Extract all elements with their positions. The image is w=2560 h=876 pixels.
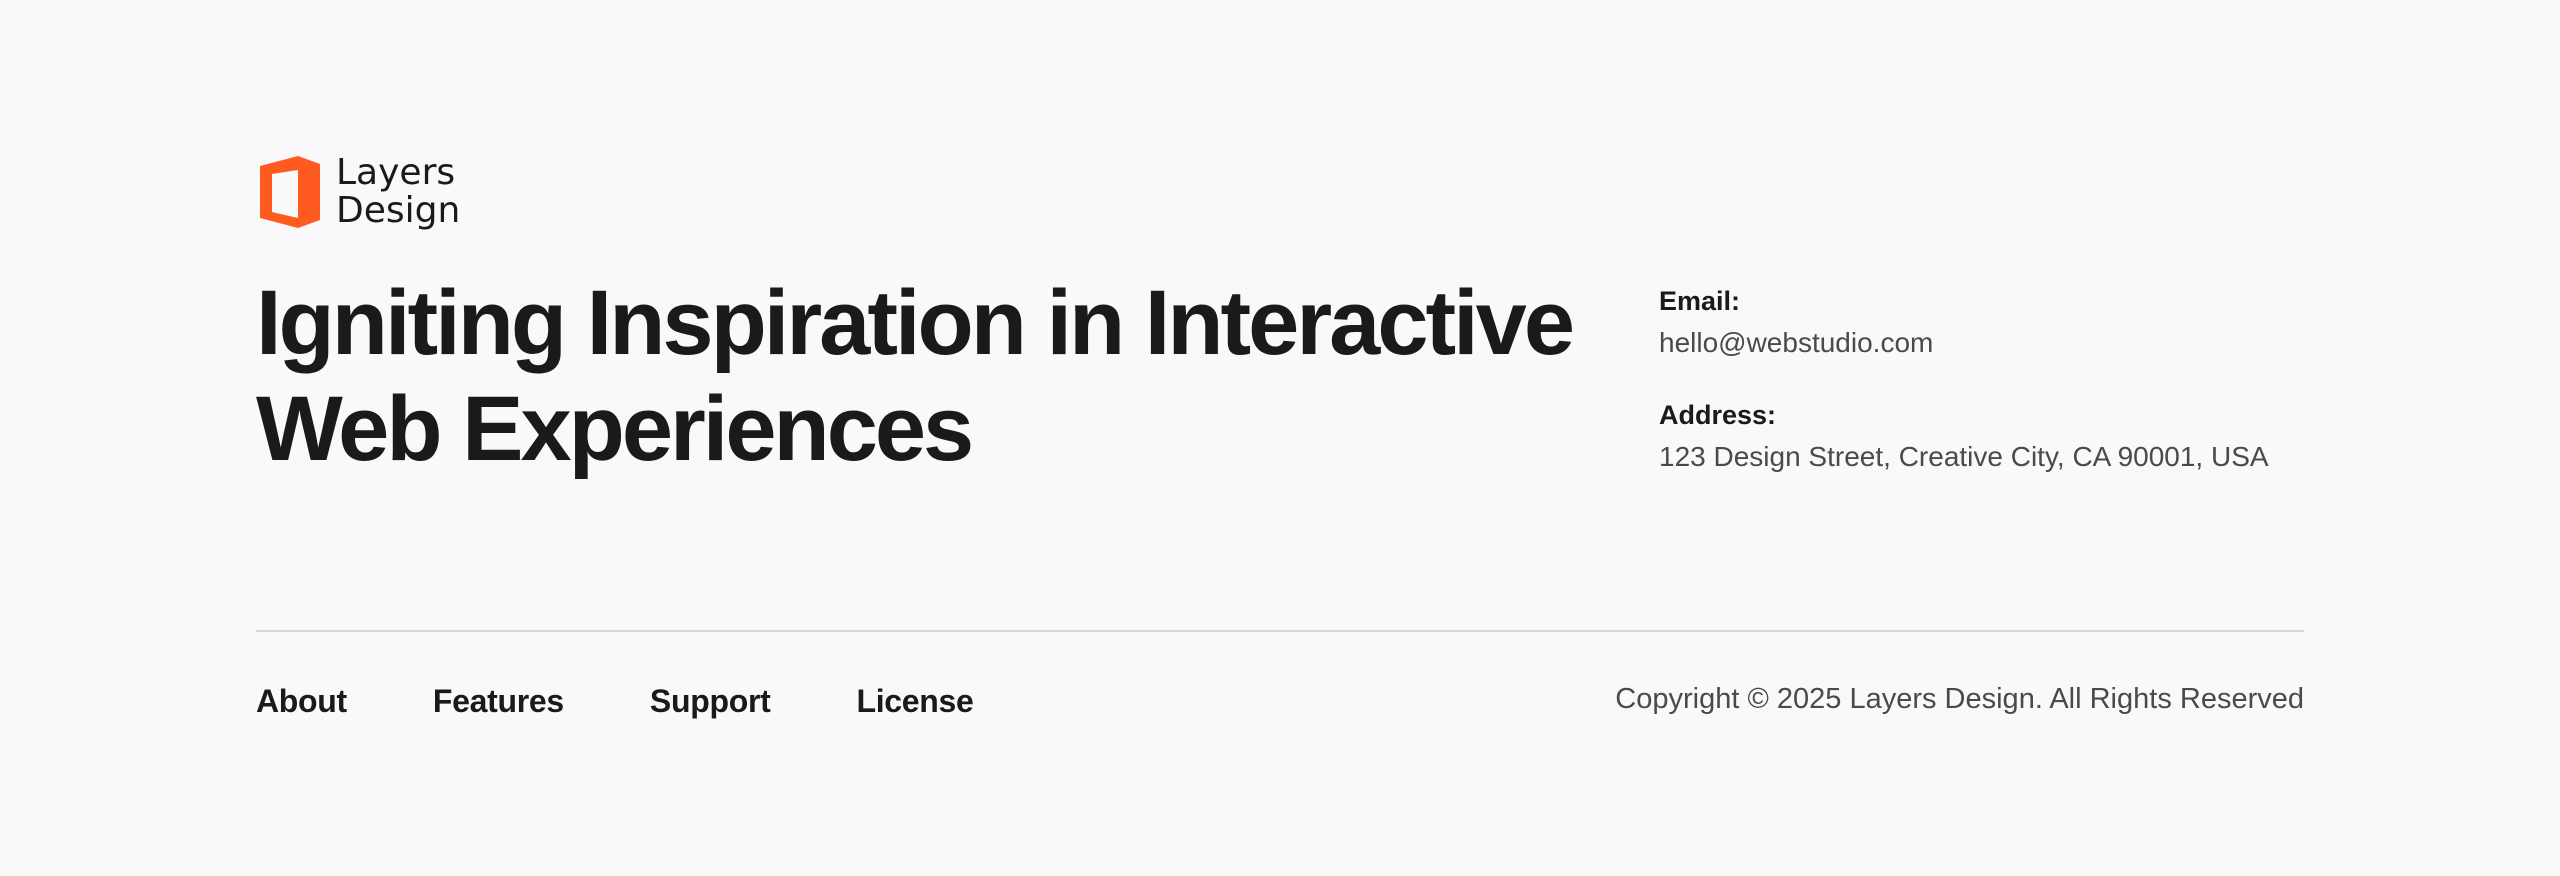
- site-footer: Layers Design Igniting Inspiration in In…: [0, 0, 2560, 876]
- brand-name-line1: Layers: [336, 152, 456, 193]
- brand-wordmark: Layers Design: [336, 154, 460, 230]
- footer-divider: [256, 630, 2304, 632]
- address-value: 123 Design Street, Creative City, CA 900…: [1659, 441, 2269, 472]
- headline-line2: Web Experiences: [256, 378, 974, 480]
- address-block: Address: 123 Design Street, Creative Cit…: [1659, 396, 2359, 480]
- email-link[interactable]: hello@webstudio.com: [1659, 320, 2359, 366]
- email-label: Email:: [1659, 286, 1741, 316]
- nav-link-features[interactable]: Features: [433, 676, 564, 726]
- address-label: Address:: [1659, 400, 1777, 430]
- footer-nav: About Features Support License: [256, 676, 974, 726]
- nav-link-support[interactable]: Support: [650, 676, 771, 726]
- office-door-icon: [260, 156, 320, 228]
- email-block: Email: hello@webstudio.com: [1659, 282, 2359, 366]
- nav-link-license[interactable]: License: [856, 676, 973, 726]
- contact-info: Email: hello@webstudio.com Address: 123 …: [1659, 282, 2359, 510]
- copyright-text: Copyright © 2025 Layers Design. All Righ…: [1615, 683, 2304, 715]
- brand-logo[interactable]: Layers Design: [260, 154, 460, 230]
- brand-name-line2: Design: [336, 190, 461, 231]
- nav-link-about[interactable]: About: [256, 676, 347, 726]
- footer-headline: Igniting Inspiration in Interactive Web …: [256, 270, 1656, 482]
- headline-line1: Igniting Inspiration in Interactive: [256, 272, 1575, 374]
